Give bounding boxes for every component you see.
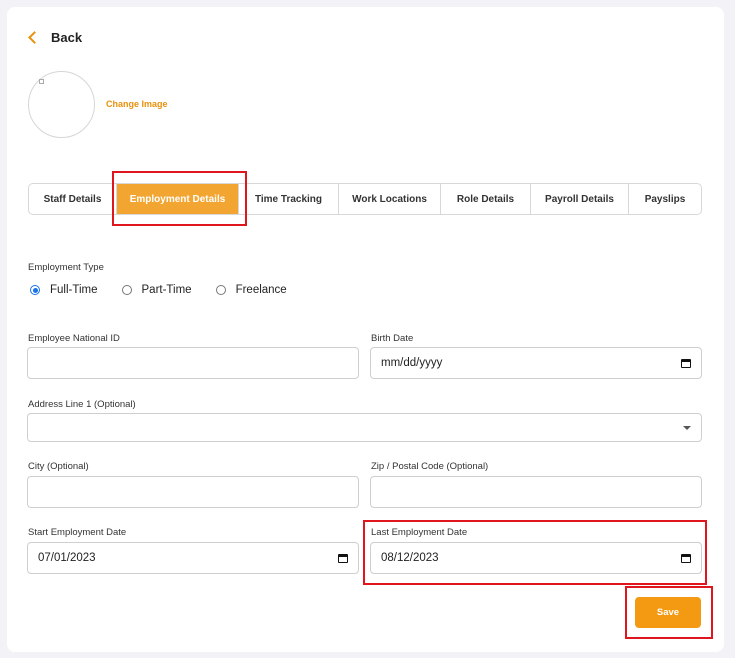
tab-employment-details[interactable]: Employment Details [117,184,239,214]
radio-checked-icon [30,285,40,295]
last-date-input[interactable]: 08/12/2023 [370,542,702,574]
calendar-icon[interactable] [681,553,691,563]
birth-date-value: mm/dd/yyyy [381,357,443,369]
birth-date-label: Birth Date [371,333,414,344]
city-input[interactable] [27,476,359,508]
calendar-icon[interactable] [338,553,348,563]
national-id-label: Employee National ID [28,333,120,344]
radio-unchecked-icon [215,285,226,295]
city-label: City (Optional) [28,461,89,472]
employment-type-label: Employment Type [28,262,104,273]
zip-input[interactable] [370,476,702,508]
broken-image-icon [39,79,44,84]
radio-label: Part-Time [141,284,192,296]
back-label: Back [51,30,83,45]
start-date-label: Start Employment Date [28,527,127,538]
chevron-down-icon[interactable] [683,425,691,430]
start-date-input[interactable]: 07/01/2023 [27,542,359,574]
radio-unchecked-icon [121,285,132,295]
birth-date-input[interactable]: mm/dd/yyyy [370,347,702,379]
address-select[interactable] [27,413,702,442]
back-button[interactable]: Back [27,30,82,45]
chevron-left-icon [28,31,41,44]
radio-label: Freelance [235,284,287,296]
tab-role-details[interactable]: Role Details [441,184,531,214]
tab-payroll-details[interactable]: Payroll Details [531,184,629,214]
address-label: Address Line 1 (Optional) [28,399,136,410]
tab-work-locations[interactable]: Work Locations [339,184,441,214]
employment-type-radio-group: Full-Time Part-Time Freelance [30,284,311,296]
calendar-icon[interactable] [681,358,691,368]
national-id-input[interactable] [27,347,359,379]
tab-payslips[interactable]: Payslips [629,184,701,214]
zip-label: Zip / Postal Code (Optional) [371,461,489,472]
avatar [28,71,95,138]
radio-label: Full-Time [50,284,98,296]
start-date-value: 07/01/2023 [38,552,96,564]
radio-freelance[interactable]: Freelance [215,284,287,296]
radio-part-time[interactable]: Part-Time [121,284,192,296]
save-button[interactable]: Save [635,597,701,628]
last-date-label: Last Employment Date [371,527,468,538]
radio-full-time[interactable]: Full-Time [30,284,98,296]
tab-bar: Staff Details Employment Details Time Tr… [28,183,702,215]
tab-time-tracking[interactable]: Time Tracking [239,184,339,214]
tab-staff-details[interactable]: Staff Details [29,184,117,214]
change-image-link[interactable]: Change Image [106,99,168,109]
last-date-value: 08/12/2023 [381,552,439,564]
